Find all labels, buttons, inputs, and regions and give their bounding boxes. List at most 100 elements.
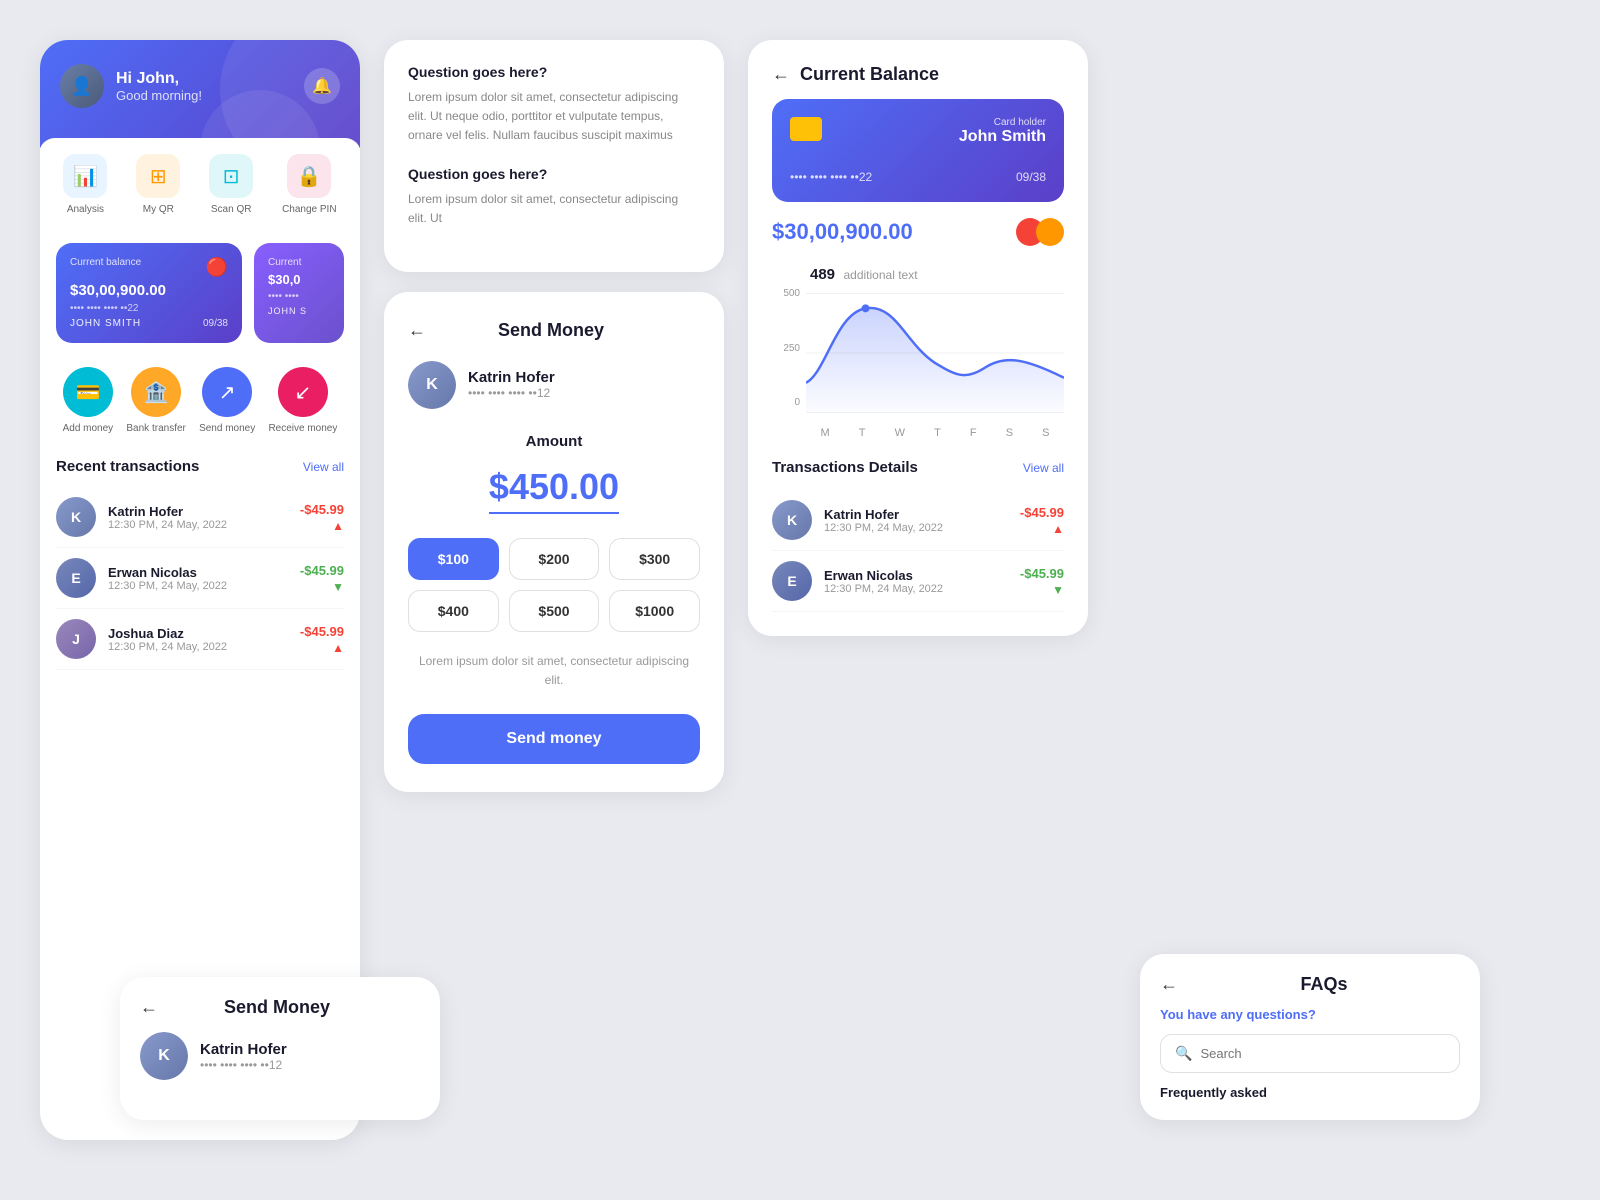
amount-300-button[interactable]: $300 xyxy=(609,538,700,580)
td-avatar-erwan: E xyxy=(772,561,812,601)
td-arrow-down-icon: ▼ xyxy=(1052,583,1064,597)
txn-date-3: 12:30 PM, 24 May, 2022 xyxy=(108,641,288,653)
amount-500-button[interactable]: $500 xyxy=(509,590,600,632)
card2-balance: $30,0 xyxy=(268,272,330,287)
card-holder-label: Card holder xyxy=(959,117,1046,128)
money-actions: 💳 Add money 🏦 Bank transfer ↗ Send money… xyxy=(40,355,360,446)
chart-svg xyxy=(806,288,1064,418)
bottom-send-back-button[interactable]: ← xyxy=(140,997,158,1018)
card2-label: Current xyxy=(268,257,330,268)
faq-item-2: Question goes here? Lorem ipsum dolor si… xyxy=(408,166,700,228)
amount-section: Amount $450.00 xyxy=(408,433,700,514)
faq-sub-heading: You have any questions? xyxy=(1160,1007,1460,1022)
chart-peak-dot xyxy=(862,304,870,312)
card2-dots: •••• •••• xyxy=(268,291,330,302)
analysis-icon: 📊 xyxy=(63,154,107,198)
cards-section: Current balance 🔴 $30,00,900.00 •••• •••… xyxy=(40,231,360,355)
faq-question-2: Question goes here? xyxy=(408,166,700,182)
add-money-label: Add money xyxy=(63,423,114,434)
table-row: E Erwan Nicolas 12:30 PM, 24 May, 2022 -… xyxy=(772,551,1064,612)
action-my-qr[interactable]: ⊞ My QR xyxy=(136,154,180,215)
txn-avatar-katrin: K xyxy=(56,497,96,537)
send-money-button[interactable]: Send money xyxy=(408,714,700,764)
amount-preset-buttons: $100 $200 $300 $400 $500 $1000 xyxy=(408,538,700,632)
add-money-action[interactable]: 💳 Add money xyxy=(63,367,114,434)
chart-y-0: 0 xyxy=(772,397,800,408)
td-date-1: 12:30 PM, 24 May, 2022 xyxy=(824,522,1008,534)
faq-item-1: Question goes here? Lorem ipsum dolor si… xyxy=(408,64,700,146)
faq-top-panel: Question goes here? Lorem ipsum dolor si… xyxy=(384,40,724,272)
receive-money-icon: ↙ xyxy=(278,367,328,417)
card-dots: •••• •••• •••• ••22 xyxy=(70,303,228,314)
chart-x-m: M xyxy=(821,427,830,439)
td-date-2: 12:30 PM, 24 May, 2022 xyxy=(824,583,1008,595)
bottom-recipient-avatar: K xyxy=(140,1032,188,1080)
chart-peak-label: additional text xyxy=(843,268,917,282)
card-holder-name: JOHN SMITH xyxy=(70,318,141,329)
faq-question-1: Question goes here? xyxy=(408,64,700,80)
mc-orange-circle xyxy=(1036,218,1064,246)
td-arrow-up-icon: ▲ xyxy=(1052,522,1064,536)
table-row: J Joshua Diaz 12:30 PM, 24 May, 2022 -$4… xyxy=(56,609,344,670)
faq-search-box[interactable]: 🔍 xyxy=(1160,1034,1460,1073)
recipient-card-number: •••• •••• •••• ••12 xyxy=(468,386,555,400)
receive-money-action[interactable]: ↙ Receive money xyxy=(268,367,337,434)
chart-y-250: 250 xyxy=(772,343,800,354)
amount-400-button[interactable]: $400 xyxy=(408,590,499,632)
scan-qr-icon: ⊡ xyxy=(209,154,253,198)
amount-1000-button[interactable]: $1000 xyxy=(609,590,700,632)
table-row: K Katrin Hofer 12:30 PM, 24 May, 2022 -$… xyxy=(56,487,344,548)
mastercard-icon: 🔴 xyxy=(206,257,228,278)
amount-200-button[interactable]: $200 xyxy=(509,538,600,580)
balance-chart: 489 additional text 500 250 0 xyxy=(772,266,1064,439)
txn-amount-3: -$45.99 xyxy=(300,624,344,639)
action-scan-qr[interactable]: ⊡ Scan QR xyxy=(209,154,253,215)
action-analysis[interactable]: 📊 Analysis xyxy=(63,154,107,215)
recent-tx-view-all[interactable]: View all xyxy=(303,460,344,474)
action-change-pin[interactable]: 🔒 Change PIN xyxy=(282,154,336,215)
send-money-action[interactable]: ↗ Send money xyxy=(199,367,255,434)
primary-card[interactable]: Current balance 🔴 $30,00,900.00 •••• •••… xyxy=(56,243,242,343)
search-icon: 🔍 xyxy=(1175,1045,1192,1062)
txn-amount-2: -$45.99 xyxy=(300,563,344,578)
card-balance: $30,00,900.00 xyxy=(70,282,228,299)
balance-back-button[interactable]: ← xyxy=(772,64,790,85)
frequently-asked-label: Frequently asked xyxy=(1160,1085,1460,1100)
table-row: K Katrin Hofer 12:30 PM, 24 May, 2022 -$… xyxy=(772,490,1064,551)
up-arrow-icon: ▲ xyxy=(332,519,344,533)
user-avatar: 👤 xyxy=(60,64,104,108)
recipient-row: K Katrin Hofer •••• •••• •••• ••12 xyxy=(408,361,700,409)
faq-bottom-title: FAQs xyxy=(1188,974,1460,995)
amount-display[interactable]: $450.00 xyxy=(489,466,619,514)
chart-y-500: 500 xyxy=(772,288,800,299)
down-arrow-icon: ▼ xyxy=(332,580,344,594)
chart-x-s2: S xyxy=(1042,427,1049,439)
td-name-1: Katrin Hofer xyxy=(824,507,1008,522)
faq-answer-2: Lorem ipsum dolor sit amet, consectetur … xyxy=(408,190,700,228)
chart-peak-value: 489 xyxy=(810,266,835,283)
scan-qr-label: Scan QR xyxy=(211,204,252,215)
txn-name-3: Joshua Diaz xyxy=(108,626,288,641)
txn-avatar-joshua: J xyxy=(56,619,96,659)
td-view-all[interactable]: View all xyxy=(1023,461,1064,475)
bottom-recipient-card: •••• •••• •••• ••12 xyxy=(200,1058,287,1072)
analysis-label: Analysis xyxy=(67,204,104,215)
bottom-recipient-name: Katrin Hofer xyxy=(200,1041,287,1058)
my-qr-icon: ⊞ xyxy=(136,154,180,198)
card-holder-name: John Smith xyxy=(959,128,1046,146)
transactions-details: Transactions Details View all K Katrin H… xyxy=(772,459,1064,612)
faq-back-button[interactable]: ← xyxy=(1160,974,1178,995)
amount-100-button[interactable]: $100 xyxy=(408,538,499,580)
faq-search-input[interactable] xyxy=(1200,1046,1445,1061)
notification-button[interactable]: 🔔 xyxy=(304,68,340,104)
td-avatar-katrin: K xyxy=(772,500,812,540)
bank-transfer-action[interactable]: 🏦 Bank transfer xyxy=(126,367,185,434)
change-pin-icon: 🔒 xyxy=(287,154,331,198)
up-arrow-icon-2: ▲ xyxy=(332,641,344,655)
send-money-back-button[interactable]: ← xyxy=(408,320,426,341)
virtual-card: Card holder John Smith •••• •••• •••• ••… xyxy=(772,99,1064,202)
card-label: Current balance xyxy=(70,257,141,268)
secondary-card[interactable]: Current $30,0 •••• •••• JOHN S xyxy=(254,243,344,343)
card-expiry: 09/38 xyxy=(1016,170,1046,184)
balance-amount-row: $30,00,900.00 xyxy=(772,218,1064,246)
